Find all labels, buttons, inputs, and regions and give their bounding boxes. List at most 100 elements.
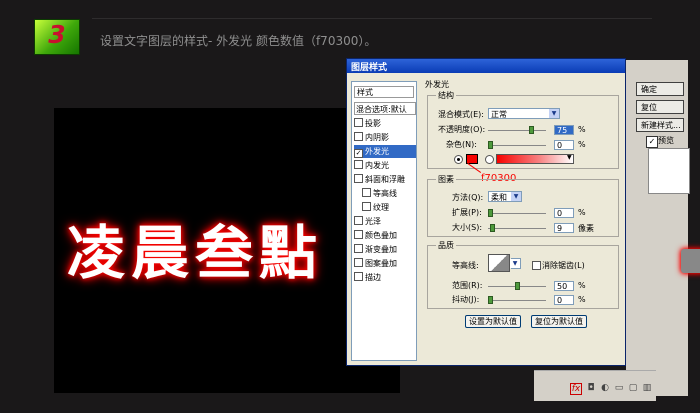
- jitter-slider-thumb[interactable]: [488, 296, 493, 304]
- style-list-header[interactable]: 样式: [354, 86, 414, 98]
- style-item-stroke[interactable]: 描边: [354, 271, 416, 284]
- style-item-drop-shadow[interactable]: 投影: [354, 117, 416, 130]
- style-item-label: 颜色叠加: [365, 231, 397, 240]
- style-item-contour[interactable]: 等高线: [354, 187, 416, 200]
- trash-icon[interactable]: ▥: [642, 383, 652, 393]
- range-slider[interactable]: [488, 282, 546, 290]
- anti-alias-checkbox[interactable]: [532, 261, 541, 270]
- style-item-texture[interactable]: 纹理: [354, 201, 416, 214]
- checkbox-icon[interactable]: [354, 272, 363, 281]
- set-default-button[interactable]: 设置为默认值: [465, 315, 521, 328]
- chevron-down-icon: ▼: [511, 192, 521, 201]
- checkbox-icon[interactable]: [354, 160, 363, 169]
- size-label: 大小(S):: [452, 223, 483, 232]
- noise-field[interactable]: 0: [554, 140, 574, 150]
- glow-gradient-picker[interactable]: [496, 154, 574, 164]
- elements-group-label: 图素: [436, 174, 456, 185]
- checkbox-icon[interactable]: [354, 244, 363, 253]
- style-item-label: 等高线: [373, 189, 397, 198]
- style-item-pattern-overlay[interactable]: 图案叠加: [354, 257, 416, 270]
- size-slider[interactable]: [488, 224, 546, 232]
- style-item-label: 斜面和浮雕: [365, 175, 405, 184]
- spread-field[interactable]: 0: [554, 208, 574, 218]
- style-item-label: 图案叠加: [365, 259, 397, 268]
- quality-group: 品质 等高线: ▼ 消除锯齿(L) 范围(R): 50 % 抖动(J): 0 %: [427, 240, 619, 309]
- technique-value: 柔和: [491, 193, 507, 202]
- blend-mode-label: 混合模式(E):: [438, 110, 484, 119]
- contour-dropdown[interactable]: ▼: [510, 258, 521, 269]
- checkbox-icon[interactable]: [354, 216, 363, 225]
- style-item-color-overlay[interactable]: 颜色叠加: [354, 229, 416, 242]
- jitter-slider[interactable]: [488, 296, 546, 304]
- folder-icon[interactable]: ▭: [614, 383, 624, 393]
- chevron-down-icon: ▼: [549, 109, 559, 118]
- size-slider-thumb[interactable]: [490, 224, 495, 232]
- style-item-satin[interactable]: 光泽: [354, 215, 416, 228]
- reset-default-button[interactable]: 复位为默认值: [531, 315, 587, 328]
- checkbox-icon[interactable]: [354, 132, 363, 141]
- gradient-radio[interactable]: [485, 155, 494, 164]
- contour-label: 等高线:: [452, 261, 479, 270]
- header-divider: [92, 18, 652, 19]
- step-number: 3: [48, 20, 66, 49]
- mask-icon[interactable]: ◘: [586, 383, 596, 393]
- range-label: 范围(R):: [452, 281, 483, 290]
- blending-options-item[interactable]: 混合选项:默认: [354, 102, 416, 115]
- preview-checkbox[interactable]: ✓: [646, 136, 658, 148]
- style-item-label: 外发光: [365, 147, 389, 156]
- style-item-inner-shadow[interactable]: 内阴影: [354, 131, 416, 144]
- spread-slider[interactable]: [488, 209, 546, 217]
- checkbox-icon[interactable]: [354, 230, 363, 239]
- size-field[interactable]: 9: [554, 223, 574, 233]
- contour-picker[interactable]: [488, 254, 510, 272]
- style-item-gradient-overlay[interactable]: 渐变叠加: [354, 243, 416, 256]
- ok-button[interactable]: 确定: [636, 82, 684, 96]
- noise-slider-thumb[interactable]: [488, 141, 493, 149]
- chevron-down-icon: ▼: [510, 259, 520, 268]
- checkbox-checked-icon[interactable]: ✓: [354, 149, 363, 158]
- spread-unit: %: [578, 208, 586, 217]
- style-item-label: 纹理: [373, 203, 389, 212]
- spread-slider-thumb[interactable]: [488, 209, 493, 217]
- size-unit: 像素: [578, 224, 594, 233]
- checkbox-icon[interactable]: [362, 188, 371, 197]
- range-unit: %: [578, 281, 586, 290]
- style-item-outer-glow[interactable]: ✓ 外发光: [354, 145, 416, 158]
- checkbox-icon[interactable]: [354, 258, 363, 267]
- new-layer-icon[interactable]: ▢: [628, 383, 638, 393]
- step-badge: 3: [34, 19, 80, 55]
- checkbox-icon[interactable]: [354, 118, 363, 127]
- reset-button[interactable]: 复位: [636, 100, 684, 114]
- range-field[interactable]: 50: [554, 281, 574, 291]
- quality-group-label: 品质: [436, 240, 456, 251]
- layer-style-dialog: 图层样式 样式 混合选项:默认 投影 内阴影 ✓ 外发光 内发光 斜面和浮雕 等高…: [346, 58, 626, 366]
- jitter-field[interactable]: 0: [554, 295, 574, 305]
- opacity-slider-thumb[interactable]: [529, 126, 534, 134]
- step-instruction: 设置文字图层的样式- 外发光 颜色数值（f70300）。: [100, 34, 377, 48]
- noise-slider[interactable]: [488, 141, 546, 149]
- dialog-title: 图层样式: [351, 63, 388, 73]
- blend-mode-value: 正常: [491, 110, 507, 119]
- adjustment-icon[interactable]: ◐: [600, 383, 610, 393]
- dialog-titlebar[interactable]: 图层样式: [347, 59, 625, 73]
- style-item-inner-glow[interactable]: 内发光: [354, 159, 416, 172]
- opacity-field[interactable]: 75: [554, 125, 574, 135]
- new-style-button[interactable]: 新建样式...: [636, 118, 684, 132]
- range-slider-thumb[interactable]: [515, 282, 520, 290]
- blend-mode-select[interactable]: 正常 ▼: [488, 108, 560, 119]
- layers-panel-toolbar: fx ◘ ◐ ▭ ▢ ▥: [534, 370, 656, 401]
- structure-group-label: 结构: [436, 90, 456, 101]
- checkbox-icon[interactable]: [354, 174, 363, 183]
- technique-select[interactable]: 柔和 ▼: [488, 191, 522, 202]
- noise-label: 杂色(N):: [446, 140, 477, 149]
- fx-icon[interactable]: fx: [570, 383, 582, 395]
- style-item-label: 投影: [365, 119, 381, 128]
- checkbox-icon[interactable]: [362, 202, 371, 211]
- panel-title: 外发光: [425, 80, 449, 89]
- style-item-label: 渐变叠加: [365, 245, 397, 254]
- solid-color-radio[interactable]: [454, 155, 463, 164]
- spread-label: 扩展(P):: [452, 208, 482, 217]
- style-item-bevel-emboss[interactable]: 斜面和浮雕: [354, 173, 416, 186]
- structure-group: 结构 混合模式(E): 正常 ▼ 不透明度(O): 75 % 杂色(N): 0 …: [427, 90, 619, 169]
- opacity-slider[interactable]: [488, 126, 546, 134]
